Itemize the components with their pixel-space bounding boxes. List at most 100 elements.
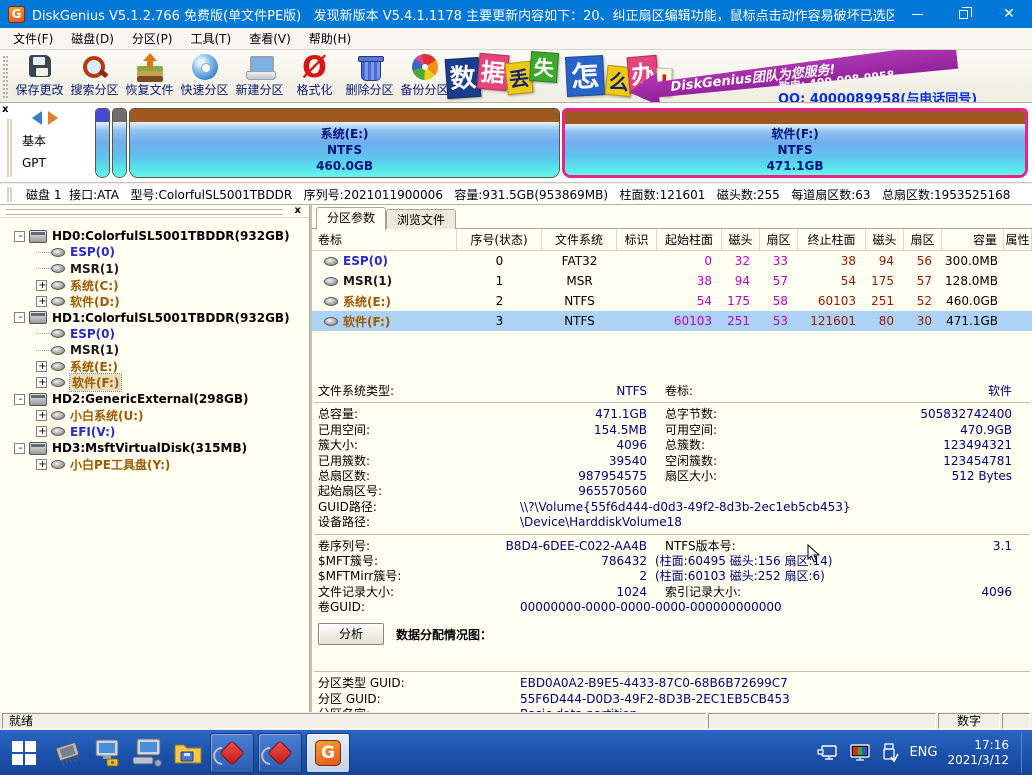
analyze-button[interactable]: 分析 [318,623,384,645]
menu-file[interactable]: 文件(F) [4,28,62,49]
prev-disk-arrow-icon[interactable] [32,111,42,125]
guid-path-value: \\?\Volume{55f6d444-d0d3-49f2-8d3b-2ec1e… [457,500,1012,515]
next-disk-arrow-icon[interactable] [48,111,58,125]
menu-disk[interactable]: 磁盘(D) [62,28,123,49]
table-row-esp[interactable]: ESP(0) 0 FAT32 0 32 33 38 94 56 300.0MB [312,251,1032,271]
remote-desktop-shortcut[interactable] [128,733,168,773]
file-explorer-shortcut[interactable] [168,733,208,773]
expand-icon[interactable] [36,296,47,307]
new-partition-button[interactable]: 新建分区 [232,52,287,101]
network-icon[interactable] [817,743,839,763]
expand-icon[interactable] [36,280,47,291]
partition-icon [324,257,338,266]
usb-eject-icon[interactable] [881,742,899,764]
tab-partition-parameters[interactable]: 分区参数 [316,207,386,230]
tree-close-icon[interactable] [295,205,301,217]
collapse-icon[interactable] [14,443,25,454]
partition-icon [324,277,338,286]
restore-button[interactable] [940,0,986,28]
taskbar-app-diskgenius-active[interactable] [306,733,350,773]
menu-bar: 文件(F) 磁盘(D) 分区(P) 工具(T) 查看(V) 帮助(H) [0,28,1032,50]
tree-node-system-c[interactable]: 系统(C:) [0,277,309,293]
menu-view[interactable]: 查看(V) [240,28,300,49]
partition-icon [51,460,65,469]
view-mode-gpt[interactable]: GPT [22,156,86,170]
tab-strip: 分区参数 浏览文件 [312,205,1032,229]
diskgenius-app-icon [8,6,25,23]
partition-guid-value: 55F6D444-D0D3-49F2-8D3B-2EC1EB5CB453 [457,692,1012,707]
tree-node-software-f-selected[interactable]: 软件(F:) [0,375,309,391]
folder-icon [172,738,204,768]
taskbar-clock[interactable]: 17:16 2021/3/12 [947,738,1009,768]
toolbar: 保存更改 搜索分区 恢复文件 快速分区 新建分区 格式化 删除分区 备份分区 [0,50,1032,103]
tree-node-msr1-hd1[interactable]: MSR(1) [0,342,309,358]
close-icon [1003,7,1015,21]
start-button[interactable] [0,730,48,775]
menu-help[interactable]: 帮助(H) [300,28,360,49]
partition-size: 460.0GB [316,158,373,174]
tree-node-system-e[interactable]: 系统(E:) [0,358,309,374]
tree-node-efi-v[interactable]: EFI(V:) [0,424,309,440]
ad-tile: 数 [445,57,482,99]
computer-keyboard-icon [131,737,165,769]
quick-partition-button[interactable]: 快速分区 [177,52,232,101]
view-mode-basic[interactable]: 基本 [22,132,86,149]
table-row-software-f-selected[interactable]: 软件(F:) 3 NTFS 60103 251 53 121601 80 30 … [312,311,1032,331]
partition-icon [51,297,65,306]
language-indicator[interactable]: ENG [909,745,937,760]
table-row-msr[interactable]: MSR(1) 1 MSR 38 94 57 54 175 57 128.0MB [312,271,1032,291]
partition-block-software-f-selected[interactable]: 软件(F:) NTFS 471.1GB [562,108,1028,178]
tree-node-hd3[interactable]: HD3:MsftVirtualDisk(315MB) [0,440,309,456]
search-icon [81,54,109,80]
collapse-icon[interactable] [14,312,25,323]
table-row-system-e[interactable]: 系统(E:) 2 NTFS 54 175 58 60103 251 52 460… [312,291,1032,311]
search-partition-button[interactable]: 搜索分区 [67,52,122,101]
delete-partition-button[interactable]: 删除分区 [342,52,397,101]
partition-block-msr[interactable] [112,108,127,178]
minimize-button[interactable] [894,0,940,28]
partition-icon [51,411,65,420]
tree-node-hd2[interactable]: HD2:GenericExternal(298GB) [0,391,309,407]
collapse-icon[interactable] [14,231,25,242]
tab-browse-files[interactable]: 浏览文件 [386,209,456,229]
partition-block-esp[interactable] [95,108,110,178]
tree-node-hd1[interactable]: HD1:ColorfulSL5001TBDDR(932GB) [0,309,309,325]
trash-icon [356,54,384,80]
recover-files-button[interactable]: 恢复文件 [122,52,177,101]
save-changes-button[interactable]: 保存更改 [12,52,67,101]
status-numlock: 数字 [938,713,1000,729]
expand-icon[interactable] [36,410,47,421]
tree-node-hd0[interactable]: HD0:ColorfulSL5001TBDDR(932GB) [0,228,309,244]
menu-tools[interactable]: 工具(T) [182,28,241,49]
overview-close-icon[interactable] [2,105,13,116]
tree-node-software-d[interactable]: 软件(D:) [0,293,309,309]
taskbar-app-red-diamond-2[interactable] [258,733,302,773]
divider [314,402,1030,404]
expand-icon[interactable] [36,426,47,437]
expand-icon[interactable] [36,459,47,470]
tree-node-esp0-hd1[interactable]: ESP(0) [0,326,309,342]
display-settings-icon[interactable] [849,743,871,763]
menu-partition[interactable]: 分区(P) [123,28,182,49]
overview-grip [7,119,12,177]
close-button[interactable] [986,0,1032,28]
partition-icon [324,317,338,326]
disk-info-grip [7,187,12,202]
allocation-map-area [312,646,1032,668]
collapse-icon[interactable] [14,394,25,405]
memory-chip-shortcut[interactable] [48,733,88,773]
expand-icon[interactable] [36,377,47,388]
partition-block-system-e[interactable]: 系统(E:) NTFS 460.0GB [129,108,560,178]
taskbar: ENG 17:16 2021/3/12 [0,730,1032,775]
show-desktop-button[interactable] [1021,733,1024,773]
tree-node-esp0[interactable]: ESP(0) [0,244,309,260]
taskbar-app-red-diamond-1[interactable] [210,733,254,773]
tree-node-xiaobai-system-u[interactable]: 小白系统(U:) [0,407,309,423]
partition-icon [324,297,338,306]
expand-icon[interactable] [36,361,47,372]
password-tool-shortcut[interactable] [88,733,128,773]
tree-node-xiaobai-pe-y[interactable]: 小白PE工具盘(Y:) [0,456,309,472]
tree-node-msr1[interactable]: MSR(1) [0,261,309,277]
system-tray: ENG 17:16 2021/3/12 [817,733,1032,773]
format-button[interactable]: 格式化 [287,52,342,101]
